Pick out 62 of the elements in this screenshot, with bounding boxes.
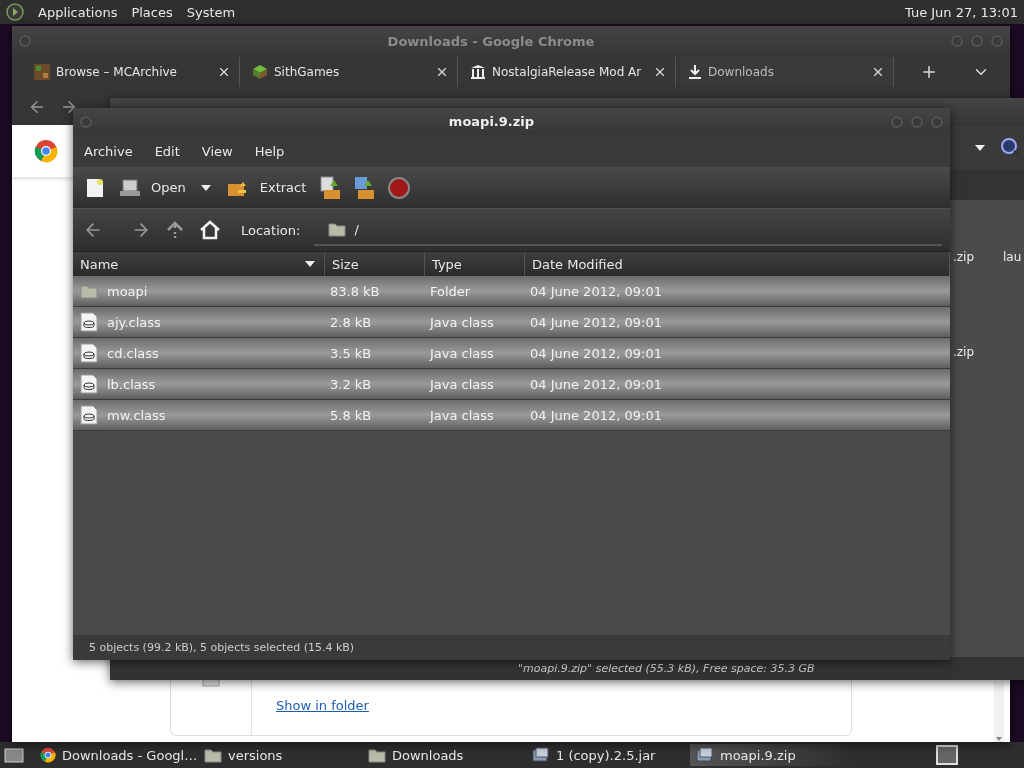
new-archive-icon[interactable] [85, 176, 105, 199]
close-icon[interactable] [871, 65, 885, 79]
location-label: Location: [241, 222, 301, 238]
close-icon[interactable] [435, 65, 449, 79]
taskbar-item[interactable]: Downloads - Googl… [34, 744, 198, 766]
archive-icon [532, 747, 550, 763]
java-file-icon [80, 405, 98, 425]
window-title: Downloads - Google Chrome [386, 33, 596, 49]
menu-item[interactable]: Archive [84, 143, 133, 159]
search-icon[interactable] [1000, 137, 1022, 159]
browser-tab[interactable]: NostalgiaRelease Mod Ar [462, 57, 676, 87]
java-file-icon [80, 374, 98, 394]
browser-tab[interactable]: Browse – MCArchive [26, 57, 240, 87]
browser-tab[interactable]: Downloads [680, 57, 894, 87]
panel-menu[interactable]: System [186, 4, 236, 20]
menu-item[interactable]: Help [254, 143, 285, 159]
dropdown-icon[interactable] [199, 183, 212, 192]
close-icon[interactable] [653, 65, 667, 79]
chrome-logo-icon [40, 747, 56, 763]
window-title: moapi.9.zip [447, 114, 536, 129]
file-label[interactable]: .zip [953, 345, 975, 440]
home-icon[interactable] [199, 220, 221, 240]
caret-icon[interactable] [974, 144, 986, 152]
status-text: 5 objects (99.2 kB), 5 objects selected (15.4 kB) [89, 641, 355, 654]
grid-icon [34, 64, 50, 80]
file-label[interactable]: lau [1003, 250, 1022, 345]
new-tab-icon[interactable] [920, 63, 938, 81]
menu-item[interactable]: Edit [154, 143, 180, 159]
show-desktop-icon[interactable] [4, 746, 24, 764]
taskbar-item[interactable]: 1 (copy).2.5.jar [526, 744, 690, 766]
sort-icon [304, 260, 316, 268]
taskbar-item[interactable]: Downloads [362, 744, 526, 766]
location-field[interactable]: / [314, 214, 942, 246]
show-in-folder-link[interactable]: Show in folder [276, 698, 369, 713]
close-icon[interactable] [217, 65, 231, 79]
stop-icon[interactable] [388, 176, 411, 199]
download-icon [688, 64, 702, 80]
folder-icon [204, 747, 222, 763]
extract-button[interactable]: Extract [221, 175, 311, 200]
folder-icon [80, 283, 98, 299]
menu-logo-icon[interactable] [6, 3, 24, 21]
clock: Tue Jun 27, 13:01 [904, 4, 1018, 20]
workspace-icon[interactable] [936, 745, 958, 765]
java-file-icon [80, 312, 98, 332]
archive-icon [696, 747, 714, 763]
java-file-icon [80, 343, 98, 363]
panel-menu[interactable]: Applications [38, 4, 118, 20]
file-label[interactable]: .zip [953, 250, 975, 345]
menu-item[interactable]: View [201, 143, 233, 159]
browser-tab[interactable]: SithGames [244, 57, 458, 87]
panel-menu[interactable]: Places [131, 4, 173, 20]
folder-icon [368, 747, 386, 763]
cube-icon [252, 64, 268, 80]
museum-icon [470, 64, 486, 80]
chrome-logo-icon [34, 139, 58, 163]
open-icon [119, 178, 141, 197]
folder-icon [328, 221, 347, 237]
up-icon[interactable] [165, 220, 185, 240]
open-button[interactable]: Open [115, 176, 190, 199]
taskbar-item[interactable]: versions [198, 744, 362, 766]
scrollbar[interactable] [994, 681, 1004, 742]
status-text: "moapi.9.zip" selected (55.3 kB), Free space: 35.3 GB [518, 662, 815, 675]
